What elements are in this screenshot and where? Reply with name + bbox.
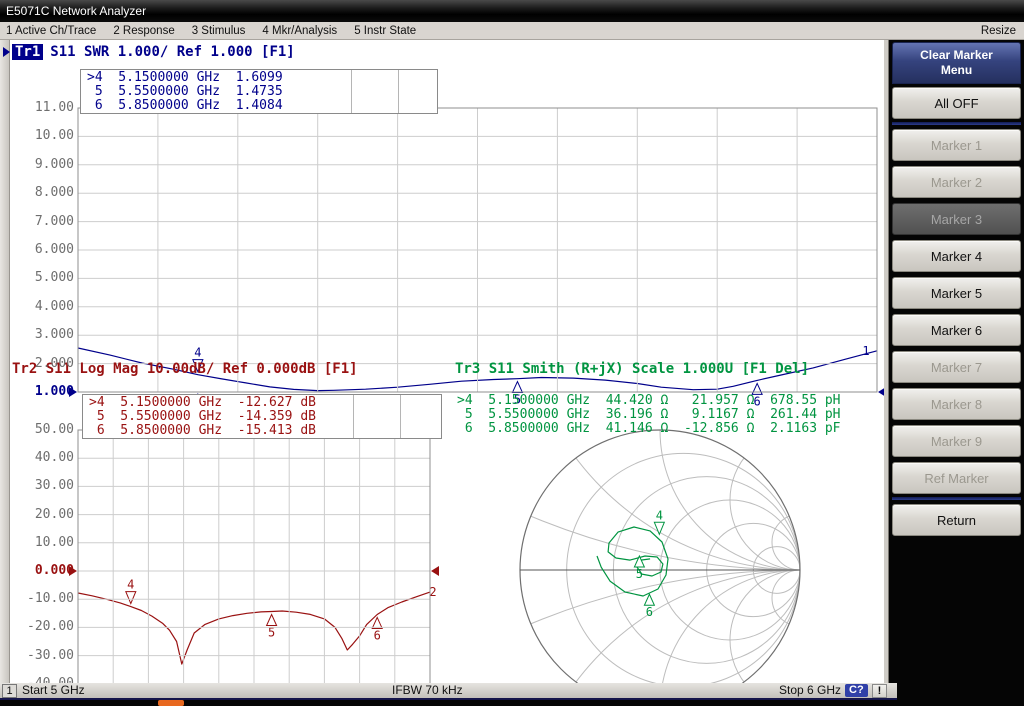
softkey-marker-2[interactable]: Marker 2 bbox=[892, 166, 1021, 198]
tick-label: 9.000 bbox=[20, 158, 74, 172]
start-frequency-label: Start 5 GHz bbox=[22, 683, 85, 698]
marker-6-triangle-icon bbox=[372, 617, 382, 628]
tick-label: 0.000 bbox=[20, 564, 74, 578]
tick-label: 20.00 bbox=[20, 508, 74, 522]
softkey-return[interactable]: Return bbox=[892, 504, 1021, 536]
softkey-marker-1[interactable]: Marker 1 bbox=[892, 129, 1021, 161]
status-bar: 1 Start 5 GHz IFBW 70 kHz Stop 6 GHz C? … bbox=[0, 683, 897, 700]
table-column-divider bbox=[351, 70, 352, 113]
marker-4-label: 4 bbox=[656, 508, 663, 522]
softkey-menu-title: Clear MarkerMenu bbox=[892, 42, 1021, 84]
menu-item-2[interactable]: 2 Response bbox=[113, 25, 174, 37]
marker-5-triangle-icon bbox=[512, 382, 522, 393]
softkey-all-off[interactable]: All OFF bbox=[892, 87, 1021, 119]
table-column-divider bbox=[353, 395, 354, 438]
tick-label: 6.000 bbox=[20, 243, 74, 257]
trace1-header-text: S11 SWR 1.000/ Ref 1.000 [F1] bbox=[50, 44, 294, 60]
tick-label: 10.00 bbox=[20, 536, 74, 550]
channel-number-box: 1 bbox=[2, 684, 17, 698]
tick-label: -10.00 bbox=[20, 592, 74, 606]
status-bar-filler bbox=[897, 683, 1024, 700]
active-trace-arrow-icon bbox=[3, 47, 10, 57]
ref-level-arrow-icon bbox=[431, 566, 439, 576]
tick-label: 5.000 bbox=[20, 271, 74, 285]
softkey-marker-5[interactable]: Marker 5 bbox=[892, 277, 1021, 309]
trace2-marker-table: >4 5.1500000 GHz -12.627 dB 5 5.5500000 … bbox=[82, 394, 442, 439]
tick-label: 2.000 bbox=[20, 357, 74, 371]
taskbar-artifact bbox=[158, 700, 184, 706]
tick-label: 8.000 bbox=[20, 186, 74, 200]
marker-6-triangle-icon bbox=[644, 594, 654, 605]
tick-label: 30.00 bbox=[20, 479, 74, 493]
trace1-marker-table: >4 5.1500000 GHz 1.6099 5 5.5500000 GHz … bbox=[80, 69, 438, 114]
marker-5-label: 5 bbox=[636, 567, 643, 581]
softkey-sidebar: Clear MarkerMenuAll OFF Marker 1 Marker 2 M… bbox=[889, 40, 1024, 683]
softkey-marker-9[interactable]: Marker 9 bbox=[892, 425, 1021, 457]
correction-status-badge: C? bbox=[845, 684, 868, 697]
marker-6-label: 6 bbox=[646, 605, 653, 619]
trace3-marker-table: >4 5.1500000 GHz 44.420 Ω 21.957 Ω 678.5… bbox=[457, 394, 841, 436]
softkey-marker-8[interactable]: Marker 8 bbox=[892, 388, 1021, 420]
menu-item-1[interactable]: 1 Active Ch/Trace bbox=[6, 25, 96, 37]
softkey-separator bbox=[892, 122, 1021, 125]
alert-indicator: ! bbox=[872, 684, 887, 698]
marker-4-triangle-icon bbox=[654, 522, 664, 534]
softkey-ref-marker[interactable]: Ref Marker bbox=[892, 462, 1021, 494]
instrument-screen: E5071C Network Analyzer 1 Active Ch/Trac… bbox=[0, 0, 1024, 706]
marker-6-label: 6 bbox=[374, 628, 381, 642]
marker-4-label: 4 bbox=[194, 346, 201, 360]
menu-item-3[interactable]: 3 Stimulus bbox=[192, 25, 246, 37]
marker-4-triangle-icon bbox=[126, 592, 136, 604]
marker-5-triangle-icon bbox=[634, 556, 644, 567]
trace3-header: Tr3 S11 Smith (R+jX) Scale 1.000U [F1 De… bbox=[455, 361, 809, 377]
tick-label: 10.00 bbox=[20, 129, 74, 143]
trace1-chip: Tr1 bbox=[12, 44, 43, 60]
tick-label: 3.000 bbox=[20, 328, 74, 342]
left-gutter-strip bbox=[0, 40, 10, 683]
softkey-marker-3[interactable]: Marker 3 bbox=[892, 203, 1021, 235]
softkey-separator bbox=[892, 497, 1021, 500]
ifbw-label: IFBW 70 kHz bbox=[392, 683, 463, 698]
window-title: E5071C Network Analyzer bbox=[6, 4, 146, 18]
table-column-divider bbox=[398, 70, 399, 113]
trace1-header: Tr1 S11 SWR 1.000/ Ref 1.000 [F1] bbox=[3, 44, 295, 60]
softkey-marker-4[interactable]: Marker 4 bbox=[892, 240, 1021, 272]
tr3-trace bbox=[597, 527, 668, 596]
tr2-chart-grid bbox=[78, 430, 430, 706]
tick-label: -20.00 bbox=[20, 620, 74, 634]
tick-label: 7.000 bbox=[20, 215, 74, 229]
menu-bar: 1 Active Ch/Trace 2 Response 3 Stimulus 4 M… bbox=[0, 22, 1024, 40]
softkey-marker-7[interactable]: Marker 7 bbox=[892, 351, 1021, 383]
menu-item-4[interactable]: 4 Mkr/Analysis bbox=[262, 25, 337, 37]
tick-label: 4.000 bbox=[20, 300, 74, 314]
tick-label: 50.00 bbox=[20, 423, 74, 437]
menu-item-5[interactable]: 5 Instr State bbox=[354, 25, 416, 37]
trace-number-label: 1 bbox=[862, 344, 869, 358]
softkey-marker-6[interactable]: Marker 6 bbox=[892, 314, 1021, 346]
marker-5-triangle-icon bbox=[267, 614, 277, 625]
tick-label: -30.00 bbox=[20, 649, 74, 663]
tick-label: 40.00 bbox=[20, 451, 74, 465]
stop-frequency-label: Stop 6 GHz bbox=[779, 683, 841, 698]
tick-label: 1.000 bbox=[20, 385, 74, 399]
marker-4-label: 4 bbox=[127, 578, 134, 592]
table-column-divider bbox=[400, 395, 401, 438]
menu-resize[interactable]: Resize bbox=[981, 25, 1024, 37]
window-titlebar[interactable]: E5071C Network Analyzer bbox=[0, 0, 1024, 22]
bottom-strip bbox=[0, 700, 1024, 706]
tick-label: 11.00 bbox=[20, 101, 74, 115]
menu-items: 1 Active Ch/Trace 2 Response 3 Stimulus 4 M… bbox=[0, 25, 981, 37]
